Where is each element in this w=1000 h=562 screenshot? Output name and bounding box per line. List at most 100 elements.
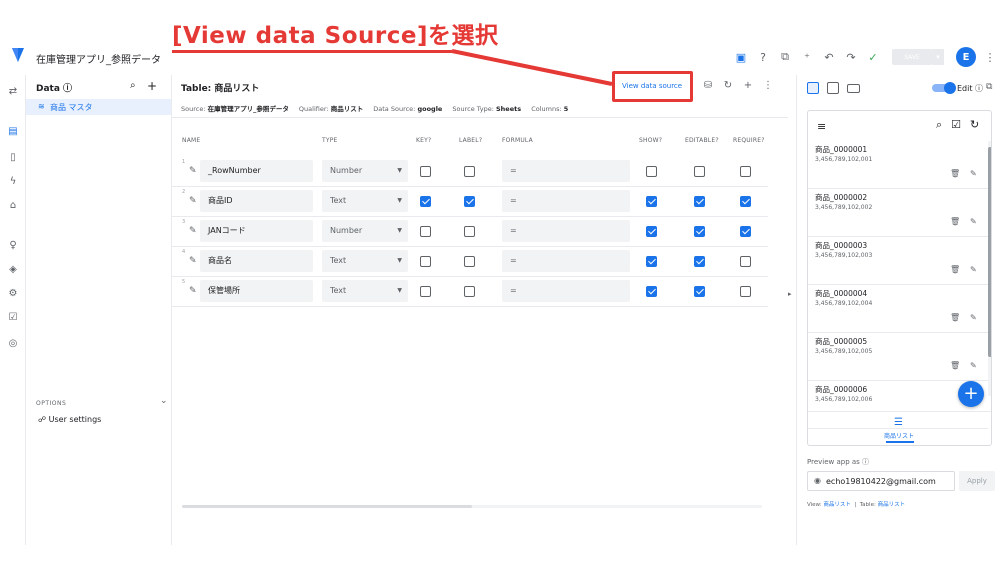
sync-icon[interactable]: ↻ [970,118,979,132]
column-name-field[interactable]: _RowNumber [200,160,313,182]
column-type-select[interactable]: Text ▼ [322,250,408,272]
formula-field[interactable]: = [502,250,630,272]
key-checkbox[interactable] [420,256,431,267]
label-checkbox[interactable] [464,226,475,237]
edit-pencil-icon[interactable]: ✎ [189,226,197,236]
editable-checkbox[interactable] [694,286,705,297]
list-item[interactable]: 商品_0000003 3,456,789,102,003 🗑 ✎ [808,237,988,285]
editable-checkbox[interactable] [694,256,705,267]
app-rail-icon[interactable]: ▯ [6,151,20,165]
label-checkbox[interactable] [464,256,475,267]
column-type-select[interactable]: Number ▼ [322,160,408,182]
undo-icon[interactable]: ↶ [818,48,840,66]
actions-rail-icon[interactable]: ⌂ [6,199,20,213]
user-settings-link[interactable]: ☍ User settings [38,415,101,424]
edit-icon[interactable]: ✎ [970,217,977,226]
search-icon[interactable]: ⌕ [936,118,942,132]
delete-icon[interactable]: 🗑 [950,265,960,274]
delete-icon[interactable]: 🗑 [950,361,960,370]
list-item[interactable]: 商品_0000001 3,456,789,102,001 🗑 ✎ [808,141,988,189]
add-fab-button[interactable]: + [958,381,984,407]
regenerate-structure-icon[interactable]: ⛁ [700,78,716,94]
menu-icon[interactable]: ≡ [817,120,826,133]
edit-pencil-icon[interactable]: ✎ [189,286,197,296]
preview-email-field[interactable]: ◉ echo19810422@gmail.com [807,471,955,491]
edit-icon[interactable]: ✎ [970,313,977,322]
editable-checkbox[interactable] [694,226,705,237]
require-checkbox[interactable] [740,286,751,297]
redo-icon[interactable]: ↷ [840,48,862,66]
column-name-field[interactable]: 商品名 [200,250,313,272]
table-link[interactable]: 商品リスト [878,502,906,508]
editable-checkbox[interactable] [694,166,705,177]
column-type-select[interactable]: Text ▼ [322,190,408,212]
view-link[interactable]: 商品リスト [823,502,851,508]
save-dropdown-icon[interactable]: ▾ [932,49,944,65]
desktop-view-icon[interactable] [847,84,860,93]
search-icon[interactable]: ⌕ [130,80,136,91]
panel-collapse-icon[interactable]: ▸ [788,290,792,298]
require-checkbox[interactable] [740,256,751,267]
avatar[interactable]: E [956,47,976,67]
formula-field[interactable]: = [502,190,630,212]
edit-mode-toggle[interactable] [932,82,956,94]
key-checkbox[interactable] [420,166,431,177]
key-checkbox[interactable] [420,196,431,207]
intelligence-rail-icon[interactable]: ♀ [6,239,20,253]
preview-icon[interactable]: ▣ [730,48,752,66]
share-icon[interactable]: ⁺ [796,48,818,66]
automation-rail-icon[interactable]: ϟ [6,175,20,189]
column-name-field[interactable]: JANコード [200,220,313,242]
formula-field[interactable]: = [502,220,630,242]
show-checkbox[interactable] [646,196,657,207]
help-icon[interactable]: ? [752,48,774,66]
list-icon[interactable]: ☰ [894,417,903,428]
manage-rail-icon[interactable]: ☑ [6,311,20,325]
require-checkbox[interactable] [740,196,751,207]
editable-checkbox[interactable] [694,196,705,207]
more-vert-icon[interactable]: ⋮ [982,51,998,64]
more-vert-icon[interactable]: ⋮ [760,78,776,94]
edit-pencil-icon[interactable]: ✎ [189,166,197,176]
column-name-field[interactable]: 商品ID [200,190,313,212]
nav-tab-product-list[interactable]: 商品リスト [884,431,914,440]
list-item[interactable]: 商品_0000005 3,456,789,102,005 🗑 ✎ [808,333,988,381]
key-checkbox[interactable] [420,286,431,297]
edit-pencil-icon[interactable]: ✎ [189,256,197,266]
edit-icon[interactable]: ✎ [970,265,977,274]
show-checkbox[interactable] [646,286,657,297]
edit-pencil-icon[interactable]: ✎ [189,196,197,206]
phone-scrollbar[interactable] [988,147,991,357]
column-name-field[interactable]: 保管場所 [200,280,313,302]
view-data-source-button[interactable]: View data source [622,82,682,90]
collapse-rail-icon[interactable]: ⇄ [6,85,20,99]
select-icon[interactable]: ☑ [951,118,961,132]
require-checkbox[interactable] [740,166,751,177]
show-checkbox[interactable] [646,166,657,177]
label-checkbox[interactable] [464,286,475,297]
learn-rail-icon[interactable]: ◎ [6,337,20,351]
formula-field[interactable]: = [502,160,630,182]
data-rail-icon[interactable]: ▤ [6,125,20,139]
add-data-icon[interactable]: + [147,79,157,93]
security-rail-icon[interactable]: ◈ [6,263,20,277]
show-checkbox[interactable] [646,256,657,267]
mobile-view-icon[interactable] [807,82,819,94]
label-checkbox[interactable] [464,196,475,207]
edit-icon[interactable]: ✎ [970,361,977,370]
key-checkbox[interactable] [420,226,431,237]
copy-icon[interactable]: ⧉ [774,48,796,66]
list-item[interactable]: 商品_0000002 3,456,789,102,002 🗑 ✎ [808,189,988,237]
data-item-product-master[interactable]: ≋ 商品 マスタ [26,99,171,115]
chevron-down-icon[interactable]: ⌄ [160,396,168,406]
show-checkbox[interactable] [646,226,657,237]
column-type-select[interactable]: Number ▼ [322,220,408,242]
formula-field[interactable]: = [502,280,630,302]
refresh-icon[interactable]: ↻ [720,78,736,94]
delete-icon[interactable]: 🗑 [950,217,960,226]
open-external-icon[interactable]: ⧉ [986,82,992,92]
list-item[interactable]: 商品_0000004 3,456,789,102,004 🗑 ✎ [808,285,988,333]
save-button[interactable]: SAVE [892,49,932,65]
column-type-select[interactable]: Text ▼ [322,280,408,302]
require-checkbox[interactable] [740,226,751,237]
